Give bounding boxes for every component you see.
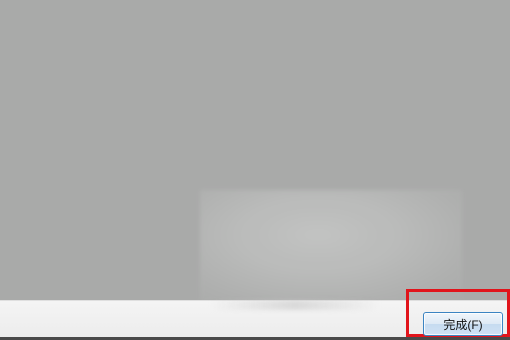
finish-button[interactable]: 完成(F): [423, 312, 503, 336]
wizard-dialog: 完成(F): [0, 0, 510, 340]
blurred-footer-text: [210, 300, 380, 310]
blurred-region: [200, 190, 462, 302]
